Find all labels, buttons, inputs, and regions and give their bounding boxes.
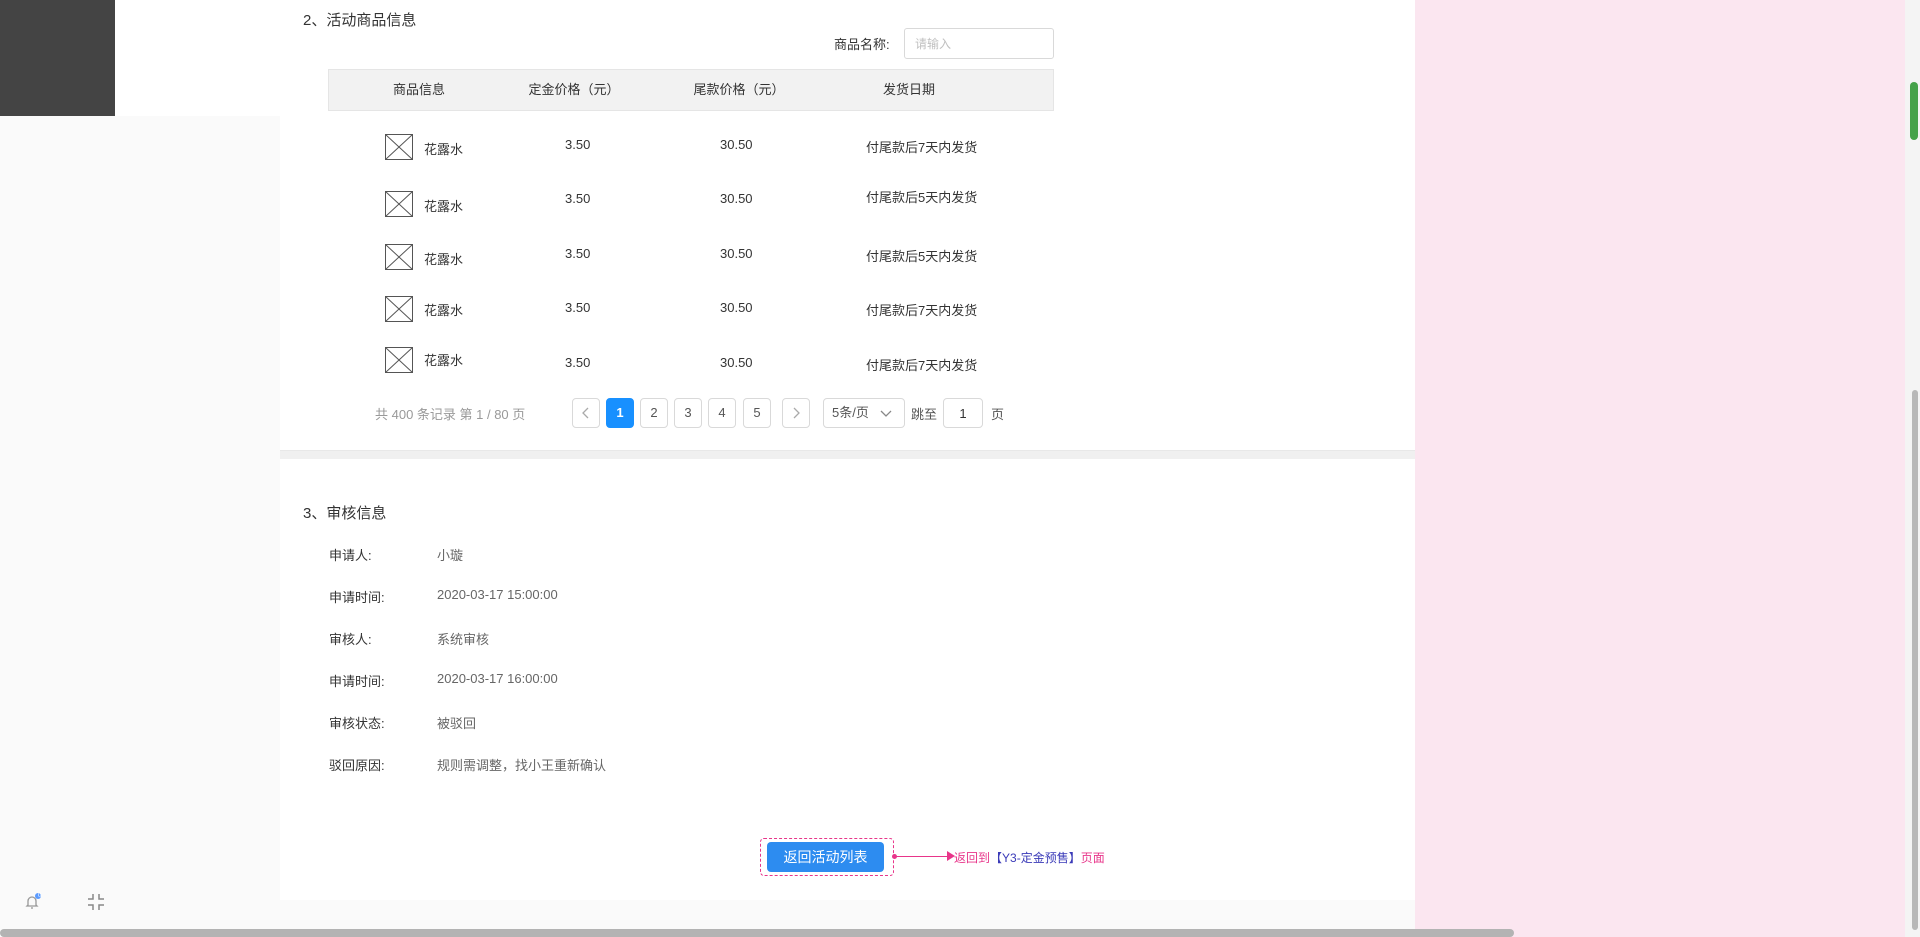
apply-time-value: 2020-03-17 15:00:00 — [437, 587, 558, 602]
jump-page-input[interactable] — [943, 398, 983, 428]
audit-section-title: 3、审核信息 — [303, 505, 387, 522]
reject-reason-value: 规则需调整，找小王重新确认 — [437, 758, 607, 773]
table-row: 花露水 3.50 30.50 付尾款后5天内发货 — [328, 236, 1054, 276]
review-status-value: 被驳回 — [437, 716, 477, 731]
review-time-value: 2020-03-17 16:00:00 — [437, 671, 558, 686]
applicant-label: 申请人: — [329, 548, 372, 563]
top-white-panel — [115, 0, 280, 116]
chevron-left-icon — [582, 407, 589, 419]
balance-price: 30.50 — [720, 191, 753, 206]
horizontal-scrollbar-thumb[interactable] — [0, 929, 1514, 937]
deposit-price: 3.50 — [565, 300, 591, 315]
page-button-4[interactable]: 4 — [708, 398, 736, 428]
next-page-button[interactable] — [782, 398, 810, 428]
goods-name: 花露水 — [424, 353, 464, 368]
page-button-2[interactable]: 2 — [640, 398, 668, 428]
collapse-fullscreen-icon[interactable] — [86, 892, 106, 912]
balance-price: 30.50 — [720, 300, 753, 315]
goods-section-title: 2、活动商品信息 — [303, 12, 417, 29]
chevron-right-icon — [793, 407, 800, 419]
applicant-value: 小璇 — [437, 548, 464, 563]
deposit-price: 3.50 — [565, 355, 591, 370]
image-placeholder-icon — [385, 191, 413, 217]
reject-reason-label: 驳回原因: — [329, 758, 385, 773]
prev-page-button[interactable] — [572, 398, 600, 428]
review-status-label: 审核状态: — [329, 716, 385, 731]
page-button-1[interactable]: 1 — [606, 398, 634, 428]
balance-price: 30.50 — [720, 355, 753, 370]
chevron-down-icon — [880, 410, 892, 417]
ship-date: 付尾款后7天内发货 — [866, 358, 978, 373]
table-row: 花露水 3.50 30.50 付尾款后7天内发货 — [328, 342, 1054, 382]
annotation-note: 返回到【Y3-定金预售】页面 — [954, 849, 1105, 866]
page-size-value: 5条/页 — [832, 405, 869, 420]
section-divider — [280, 450, 1415, 459]
table-row: 花露水 3.50 30.50 付尾款后7天内发货 — [328, 126, 1054, 166]
pagination-total: 共 400 条记录 第 1 / 80 页 — [375, 407, 526, 422]
deposit-price: 3.50 — [565, 137, 591, 152]
page-button-3[interactable]: 3 — [674, 398, 702, 428]
goods-name-label: 商品名称: — [834, 37, 890, 52]
reviewer-value: 系统审核 — [437, 632, 490, 647]
ship-date: 付尾款后7天内发货 — [866, 140, 978, 155]
table-row: 花露水 3.50 30.50 付尾款后5天内发货 — [328, 181, 1054, 221]
goods-name: 花露水 — [424, 303, 464, 318]
annotation-arrow — [894, 856, 952, 857]
annotation-prefix: 返回到 — [954, 851, 991, 865]
column-header-deposit: 定金价格（元） — [528, 82, 620, 97]
column-header-balance: 尾款价格（元） — [693, 82, 785, 97]
image-placeholder-icon — [385, 244, 413, 270]
dark-panel — [0, 0, 115, 116]
annotation-link: 【Y3-定金预售】 — [990, 851, 1081, 865]
jump-label: 跳至 — [911, 407, 938, 422]
goods-name: 花露水 — [424, 199, 464, 214]
notification-badge: 0 — [38, 893, 42, 899]
page-suffix: 页 — [991, 407, 1005, 422]
vertical-scrollbar-thumb-minimap[interactable] — [1910, 82, 1918, 140]
balance-price: 30.50 — [720, 246, 753, 261]
annotation-suffix: 页面 — [1080, 851, 1105, 865]
goods-name-input[interactable] — [904, 28, 1054, 59]
goods-table-header: 商品信息 定金价格（元） 尾款价格（元） 发货日期 — [328, 69, 1054, 111]
page-button-5[interactable]: 5 — [743, 398, 771, 428]
ship-date: 付尾款后5天内发货 — [866, 190, 978, 205]
right-side-panel — [1415, 0, 1920, 937]
notification-button[interactable]: 0 — [24, 893, 42, 909]
column-header-ship-date: 发货日期 — [882, 82, 935, 97]
apply-time-label: 申请时间: — [329, 590, 385, 605]
deposit-price: 3.50 — [565, 191, 591, 206]
column-header-goods: 商品信息 — [392, 82, 445, 97]
page-size-select[interactable]: 5条/页 — [823, 398, 905, 428]
image-placeholder-icon — [385, 134, 413, 160]
reviewer-label: 审核人: — [329, 632, 372, 647]
image-placeholder-icon — [385, 347, 413, 373]
goods-name: 花露水 — [424, 252, 464, 267]
table-row: 花露水 3.50 30.50 付尾款后7天内发货 — [328, 289, 1054, 329]
review-time-label: 申请时间: — [329, 674, 385, 689]
ship-date: 付尾款后7天内发货 — [866, 303, 978, 318]
image-placeholder-icon — [385, 296, 413, 322]
vertical-scrollbar-thumb[interactable] — [1912, 390, 1918, 930]
balance-price: 30.50 — [720, 137, 753, 152]
deposit-price: 3.50 — [565, 246, 591, 261]
ship-date: 付尾款后5天内发货 — [866, 249, 978, 264]
back-to-list-button[interactable]: 返回活动列表 — [767, 842, 884, 872]
goods-name: 花露水 — [424, 142, 464, 157]
